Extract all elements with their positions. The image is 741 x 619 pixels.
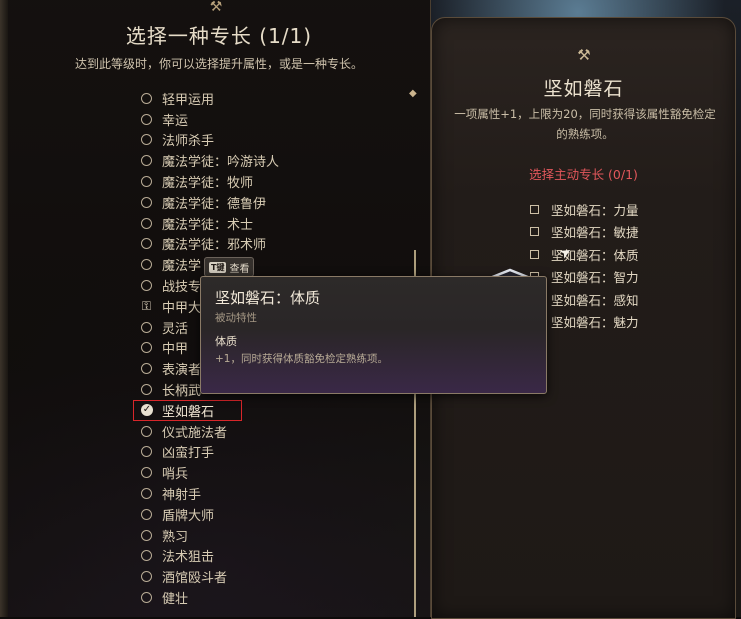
radio-button[interactable] xyxy=(141,488,152,500)
inspect-hint-label: 查看 xyxy=(229,263,250,275)
feat-item[interactable]: 魔法学徒：邪术师 xyxy=(136,234,279,255)
checkbox[interactable] xyxy=(530,204,539,214)
ability-option[interactable]: 坚如磐石：敏捷 xyxy=(530,221,639,244)
ability-option-label: 坚如磐石：感知 xyxy=(551,292,639,308)
feat-item-label: 神射手 xyxy=(162,488,202,504)
ability-option[interactable]: 坚如磐石：力量 xyxy=(530,198,639,221)
feat-item-label: 健壮 xyxy=(162,592,189,608)
feat-item[interactable]: 仪式施法者 xyxy=(136,421,279,442)
feat-item-label: 魔法学徒：邪术师 xyxy=(162,238,267,254)
radio-button[interactable] xyxy=(141,550,152,562)
feat-item-label: 魔法学徒：牧师 xyxy=(162,176,254,192)
radio-button[interactable] xyxy=(141,384,152,396)
feat-item[interactable]: 魔法学徒：术士 xyxy=(136,213,279,234)
hammer-ornament-icon: ⚒ xyxy=(577,46,591,64)
radio-button[interactable] xyxy=(141,134,152,146)
selection-outline xyxy=(133,399,242,421)
feat-item[interactable]: ✓ 坚如磐石 xyxy=(133,399,279,421)
ability-option-label: 坚如磐石：智力 xyxy=(551,270,639,286)
feat-item-label: 酒馆殴斗者 xyxy=(162,571,228,587)
feat-item-label: 魔法学徒：吟游诗人 xyxy=(162,155,280,171)
feat-item[interactable]: 法师杀手 xyxy=(136,130,279,151)
inspect-hint[interactable]: T键 查看 xyxy=(204,257,255,277)
panel-title: 选择一种专长 (1/1) xyxy=(125,24,313,48)
ability-option-label: 坚如磐石：敏捷 xyxy=(551,225,639,241)
radio-button[interactable] xyxy=(141,196,152,208)
feat-item[interactable]: 凶蛮打手 xyxy=(136,442,279,463)
feat-item-label: 魔法学徒：术士 xyxy=(162,217,254,233)
feat-item-label: 幸运 xyxy=(162,113,189,129)
feat-detail-title: 坚如磐石 xyxy=(543,78,624,100)
feat-item[interactable]: 熟习 xyxy=(136,525,279,546)
checkbox[interactable] xyxy=(530,249,539,259)
keyboard-key-icon: T键 xyxy=(209,261,227,273)
feat-item[interactable]: 盾牌大师 xyxy=(136,504,279,525)
ability-option-label: 坚如磐石：魅力 xyxy=(551,315,639,331)
radio-button[interactable] xyxy=(141,280,152,292)
radio-button[interactable] xyxy=(141,92,152,104)
radio-button[interactable] xyxy=(141,342,152,354)
radio-button[interactable] xyxy=(141,176,152,188)
tooltip-body: +1，同时获得体质豁免检定熟练项。 xyxy=(215,353,388,365)
radio-button[interactable] xyxy=(141,113,152,125)
radio-button[interactable] xyxy=(141,155,152,167)
radio-button[interactable] xyxy=(141,259,152,271)
panel-subtitle: 达到此等级时，你可以选择提升属性，或是一种专长。 xyxy=(74,57,363,71)
radio-button[interactable] xyxy=(141,592,152,604)
feat-item[interactable]: 哨兵 xyxy=(136,462,279,483)
scroll-up-marker-icon[interactable]: ◆ xyxy=(409,88,417,99)
feat-item[interactable]: 法术狙击 xyxy=(136,546,279,567)
feat-item-label: 熟习 xyxy=(162,529,189,545)
feat-item-label: 中甲大 xyxy=(162,300,202,316)
feat-tooltip: 坚如磐石：体质 被动特性 体质 +1，同时获得体质豁免检定熟练项。 xyxy=(200,276,547,394)
radio-button[interactable] xyxy=(141,446,152,458)
feat-item[interactable]: 健壮 xyxy=(136,587,279,608)
feat-item[interactable]: 轻甲运用 xyxy=(136,88,279,109)
feat-item[interactable]: 魔法学徒：吟游诗人 xyxy=(136,150,279,171)
hammer-ornament-icon: ⚒ xyxy=(209,0,223,15)
feat-item-label: 轻甲运用 xyxy=(162,92,215,108)
choose-ability-heading: 选择主动专长 (0/1) xyxy=(529,167,638,182)
feat-item[interactable]: 魔法学徒：牧师 xyxy=(136,171,279,192)
radio-button[interactable] xyxy=(141,425,152,437)
feat-item[interactable]: 魔法学徒：德鲁伊 xyxy=(136,192,279,213)
radio-button[interactable] xyxy=(141,321,152,333)
feat-item-label: 长柄武 xyxy=(162,384,202,400)
window-frame-left xyxy=(0,0,8,617)
radio-button[interactable] xyxy=(141,238,152,250)
feat-item-label: 仪式施法者 xyxy=(162,425,228,441)
tooltip-title: 坚如磐石：体质 xyxy=(215,289,321,307)
radio-button[interactable] xyxy=(141,508,152,520)
feat-item-label: 战技专 xyxy=(162,280,202,296)
feat-item-label: 哨兵 xyxy=(162,467,189,483)
feat-item[interactable]: 神射手 xyxy=(136,483,279,504)
feat-item-label: 法师杀手 xyxy=(162,134,215,150)
feat-item-label: 法术狙击 xyxy=(162,550,215,566)
checkbox[interactable] xyxy=(530,227,539,237)
radio-button[interactable] xyxy=(141,363,152,375)
radio-button[interactable] xyxy=(141,467,152,479)
feat-item-label: 盾牌大师 xyxy=(162,508,215,524)
feat-detail-description: 一项属性+1，上限为20，同时获得该属性豁免检定的熟练项。 xyxy=(454,107,716,141)
feat-item-label: 魔法学 xyxy=(162,259,202,275)
tooltip-section-heading: 体质 xyxy=(215,335,237,348)
feat-item-label: 表演者 xyxy=(162,363,202,379)
ability-option-label: 坚如磐石：力量 xyxy=(551,202,639,218)
radio-button[interactable] xyxy=(141,529,152,541)
radio-button[interactable] xyxy=(141,217,152,229)
feat-item-label: 灵活 xyxy=(162,321,189,337)
feat-item-label: 凶蛮打手 xyxy=(162,446,215,462)
tooltip-subtitle: 被动特性 xyxy=(215,312,257,324)
feat-item[interactable]: 幸运 xyxy=(136,109,279,130)
feat-item-label: 中甲 xyxy=(162,342,189,358)
feat-item-label: 魔法学徒：德鲁伊 xyxy=(162,196,267,212)
radio-button[interactable] xyxy=(141,571,152,583)
lock-icon: ⚿ xyxy=(141,298,152,313)
feat-item[interactable]: 酒馆殴斗者 xyxy=(136,566,279,587)
